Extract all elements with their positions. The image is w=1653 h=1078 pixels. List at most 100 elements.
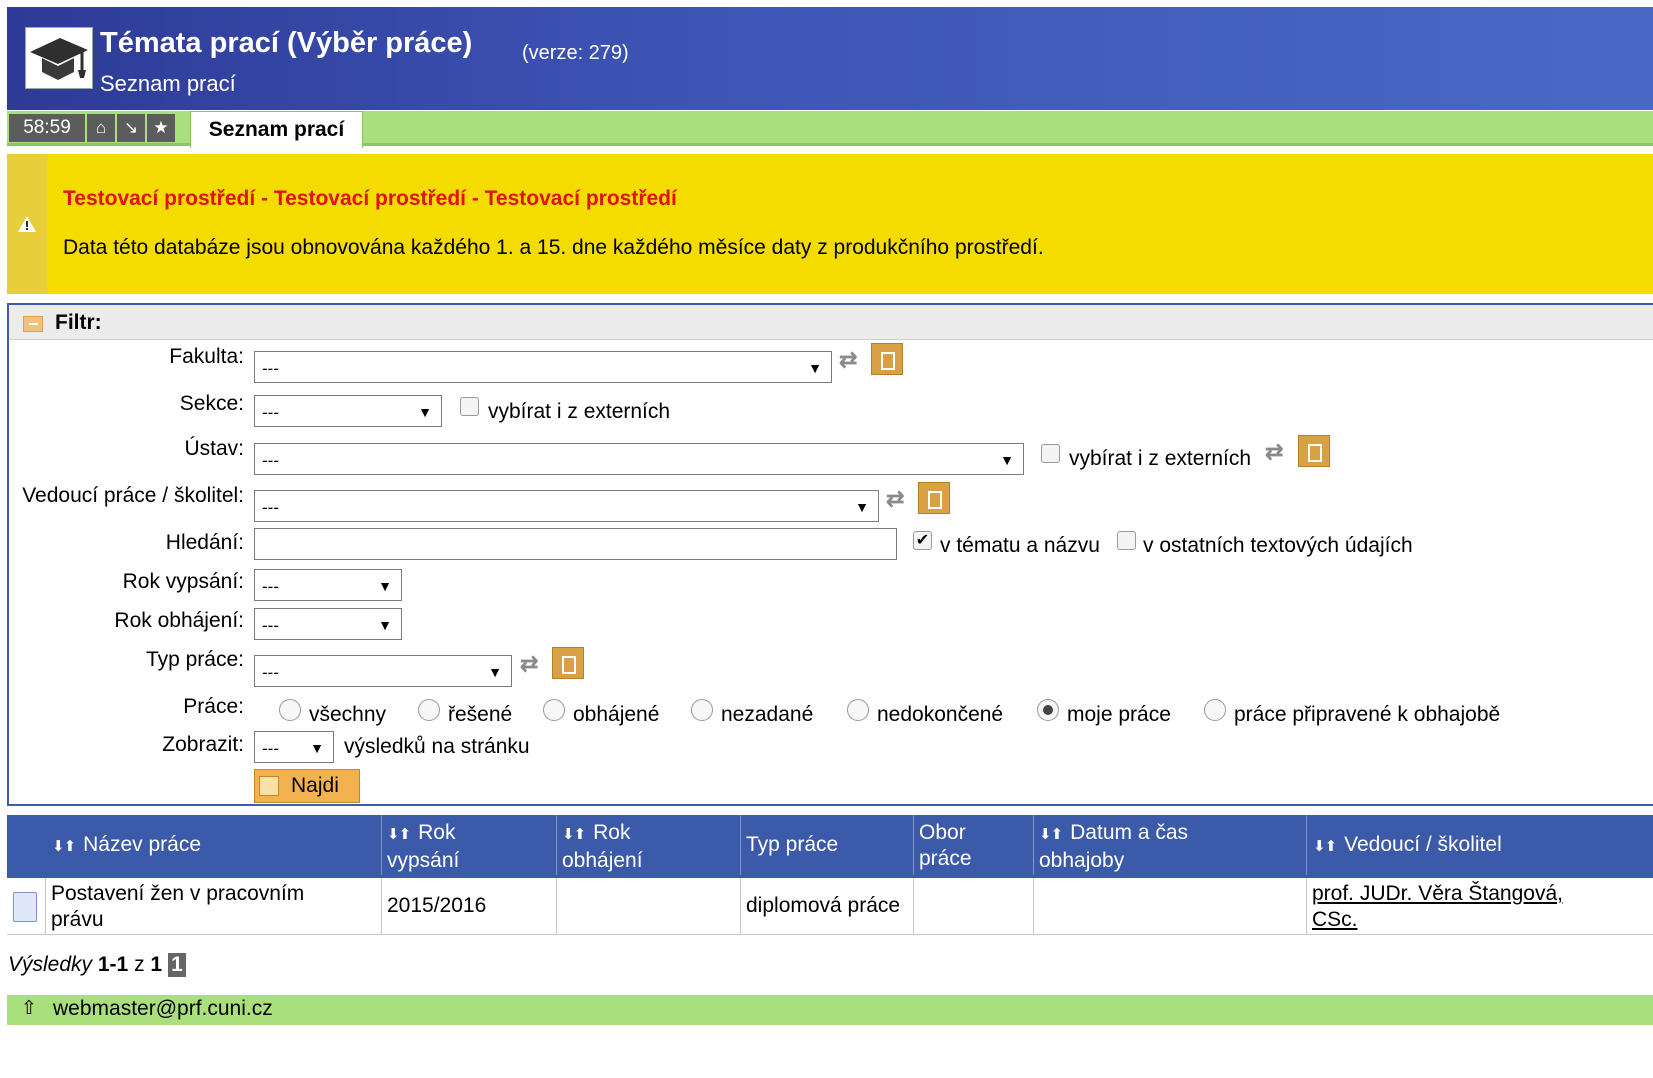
cell-nazev-line1: Postavení žen v pracovním xyxy=(51,882,305,905)
vedouci-value: --- xyxy=(262,498,279,517)
chevron-down-icon: ▼ xyxy=(378,578,392,594)
typ-prace-value: --- xyxy=(262,663,279,682)
sekce-external-label: vybírat i z externích xyxy=(488,400,671,423)
search-in-title-checkbox[interactable]: ✔ xyxy=(913,531,932,550)
chevron-down-icon: ▼ xyxy=(418,404,432,420)
radio-nedokoncene-label: nedokončené xyxy=(877,703,1004,726)
col-rok-vypsani-label: Rok xyxy=(418,821,456,844)
fakulta-select[interactable]: --- ▼ xyxy=(254,351,832,383)
radio-nezadane-label: nezadané xyxy=(721,703,814,726)
vedouci-label: Vedoucí práce / školitel: xyxy=(22,484,244,507)
page-size-select[interactable]: --- ▼ xyxy=(254,731,334,763)
footer: ⇧ webmaster@prf.cuni.cz xyxy=(7,995,1653,1025)
select-dialog-icon[interactable] xyxy=(552,647,584,679)
col-datum-label-2: obhajoby xyxy=(1039,849,1125,872)
search-in-other-checkbox[interactable] xyxy=(1117,531,1136,550)
zobrazit-label: Zobrazit: xyxy=(162,733,244,756)
radio-pripravene[interactable] xyxy=(1204,699,1226,721)
select-dialog-icon[interactable] xyxy=(871,343,903,375)
page-subtitle: Seznam prací xyxy=(100,71,236,96)
cell-vedouci[interactable]: prof. JUDr. Věra Štangová, CSc. xyxy=(1312,881,1563,938)
arrow-up-icon[interactable]: ⇧ xyxy=(21,997,37,1020)
sort-arrows-icon[interactable]: ⬇⬆ xyxy=(52,838,76,855)
version-label: (verze: 279) xyxy=(522,42,629,64)
col-nazev-label: Název práce xyxy=(83,833,202,856)
radio-obhajene-label: obhájené xyxy=(573,703,660,726)
chevron-down-icon: ▼ xyxy=(1000,452,1014,468)
document-icon[interactable] xyxy=(13,892,37,922)
radio-nezadane[interactable] xyxy=(691,699,713,721)
rok-obhajeni-select[interactable]: --- ▼ xyxy=(254,608,402,640)
sort-arrows-icon[interactable]: ⬇⬆ xyxy=(1039,826,1063,843)
radio-moje-prace[interactable] xyxy=(1037,699,1059,721)
rok-vypsani-select[interactable]: --- ▼ xyxy=(254,569,402,601)
swap-icon[interactable]: ⇄ xyxy=(886,486,904,512)
search-button[interactable]: Najdi xyxy=(254,769,360,803)
webmaster-email[interactable]: webmaster@prf.cuni.cz xyxy=(53,997,273,1021)
col-rok-vypsani[interactable]: ⬇⬆ Rok vypsání xyxy=(387,820,459,880)
ustav-select[interactable]: --- ▼ xyxy=(254,443,1024,475)
select-dialog-icon[interactable] xyxy=(918,482,950,514)
table-row: Postavení žen v pracovním právu 2015/201… xyxy=(7,875,1653,935)
search-in-title-label: v tématu a názvu xyxy=(940,534,1100,557)
ustav-label: Ústav: xyxy=(184,437,244,460)
col-rok-vypsani-label-2: vypsání xyxy=(387,849,460,872)
pagination-page-1[interactable]: 1 xyxy=(168,953,186,977)
radio-resene-label: řešené xyxy=(448,703,513,726)
vedouci-select[interactable]: --- ▼ xyxy=(254,490,879,522)
col-obor-label: Obor xyxy=(919,821,966,844)
swap-icon[interactable]: ⇄ xyxy=(520,651,538,677)
typ-prace-select[interactable]: --- ▼ xyxy=(254,655,512,687)
results-range: 1-1 xyxy=(97,953,129,976)
radio-moje-prace-label: moje práce xyxy=(1067,703,1171,726)
results-summary: Výsledky 1-1 z 11 xyxy=(8,953,186,977)
results-total: 1 xyxy=(150,953,163,976)
supervisor-link[interactable]: prof. JUDr. Věra Štangová, xyxy=(1312,882,1563,905)
sort-arrows-icon[interactable]: ⬇⬆ xyxy=(562,826,586,843)
tab-seznam-praci[interactable]: Seznam prací xyxy=(190,111,363,148)
sort-arrows-icon[interactable]: ⬇⬆ xyxy=(387,826,411,843)
radio-nedokoncene[interactable] xyxy=(847,699,869,721)
star-icon[interactable]: ★ xyxy=(147,114,175,142)
chevron-down-icon: ▼ xyxy=(378,617,392,633)
filter-header: Filtr: xyxy=(9,305,1653,340)
warning-icon xyxy=(18,216,36,232)
collapse-icon[interactable] xyxy=(23,316,43,332)
sekce-select[interactable]: --- ▼ xyxy=(254,395,442,427)
col-obor: Obor práce xyxy=(919,820,972,880)
sekce-label: Sekce: xyxy=(179,392,244,415)
filter-panel: Filtr: Fakulta: --- ▼ ⇄ Sekce: --- ▼ vyb… xyxy=(7,303,1653,806)
filter-title: Filtr: xyxy=(55,311,102,334)
radio-resene[interactable] xyxy=(418,699,440,721)
col-vedouci[interactable]: ⬇⬆ Vedoucí / školitel xyxy=(1313,832,1502,862)
app-header: Témata prací (Výběr práce) (verze: 279) … xyxy=(7,7,1653,110)
col-datum[interactable]: ⬇⬆ Datum a čas obhajoby xyxy=(1039,820,1188,880)
ustav-external-label: vybírat i z externích xyxy=(1069,447,1252,470)
col-rok-obhajeni[interactable]: ⬇⬆ Rok obhájení xyxy=(562,820,643,880)
search-input[interactable] xyxy=(254,528,897,560)
radio-vsechny-label: všechny xyxy=(309,703,387,726)
swap-icon[interactable]: ⇄ xyxy=(839,347,857,373)
cell-nazev: Postavení žen v pracovním právu xyxy=(51,881,304,938)
chevron-down-icon: ▼ xyxy=(488,664,502,680)
chevron-down-icon: ▼ xyxy=(808,360,822,376)
notice-sidebar xyxy=(7,154,47,294)
ustav-external-checkbox[interactable] xyxy=(1041,444,1060,463)
sort-arrows-icon[interactable]: ⬇⬆ xyxy=(1313,838,1337,855)
col-rok-obhajeni-label-2: obhájení xyxy=(562,849,643,872)
rok-obhajeni-value: --- xyxy=(262,616,279,635)
download-icon[interactable]: ↘ xyxy=(117,114,145,142)
supervisor-link-2[interactable]: CSc. xyxy=(1312,908,1358,931)
magnifier-icon xyxy=(259,776,279,796)
home-icon[interactable]: ⌂ xyxy=(87,114,115,142)
radio-vsechny[interactable] xyxy=(279,699,301,721)
select-dialog-icon[interactable] xyxy=(1298,435,1330,467)
col-nazev[interactable]: ⬇⬆ Název práce xyxy=(52,832,201,862)
cell-typ: diplomová práce xyxy=(746,894,901,917)
radio-obhajene[interactable] xyxy=(543,699,565,721)
sekce-external-checkbox[interactable] xyxy=(460,397,479,416)
tab-bar: 58:59 ⌂ ↘ ★ Seznam prací xyxy=(7,111,1653,148)
col-vedouci-label: Vedoucí / školitel xyxy=(1344,833,1502,856)
swap-icon[interactable]: ⇄ xyxy=(1265,439,1283,465)
results-table-header: ⬇⬆ Název práce ⬇⬆ Rok vypsání ⬇⬆ Rok obháje… xyxy=(7,815,1653,875)
